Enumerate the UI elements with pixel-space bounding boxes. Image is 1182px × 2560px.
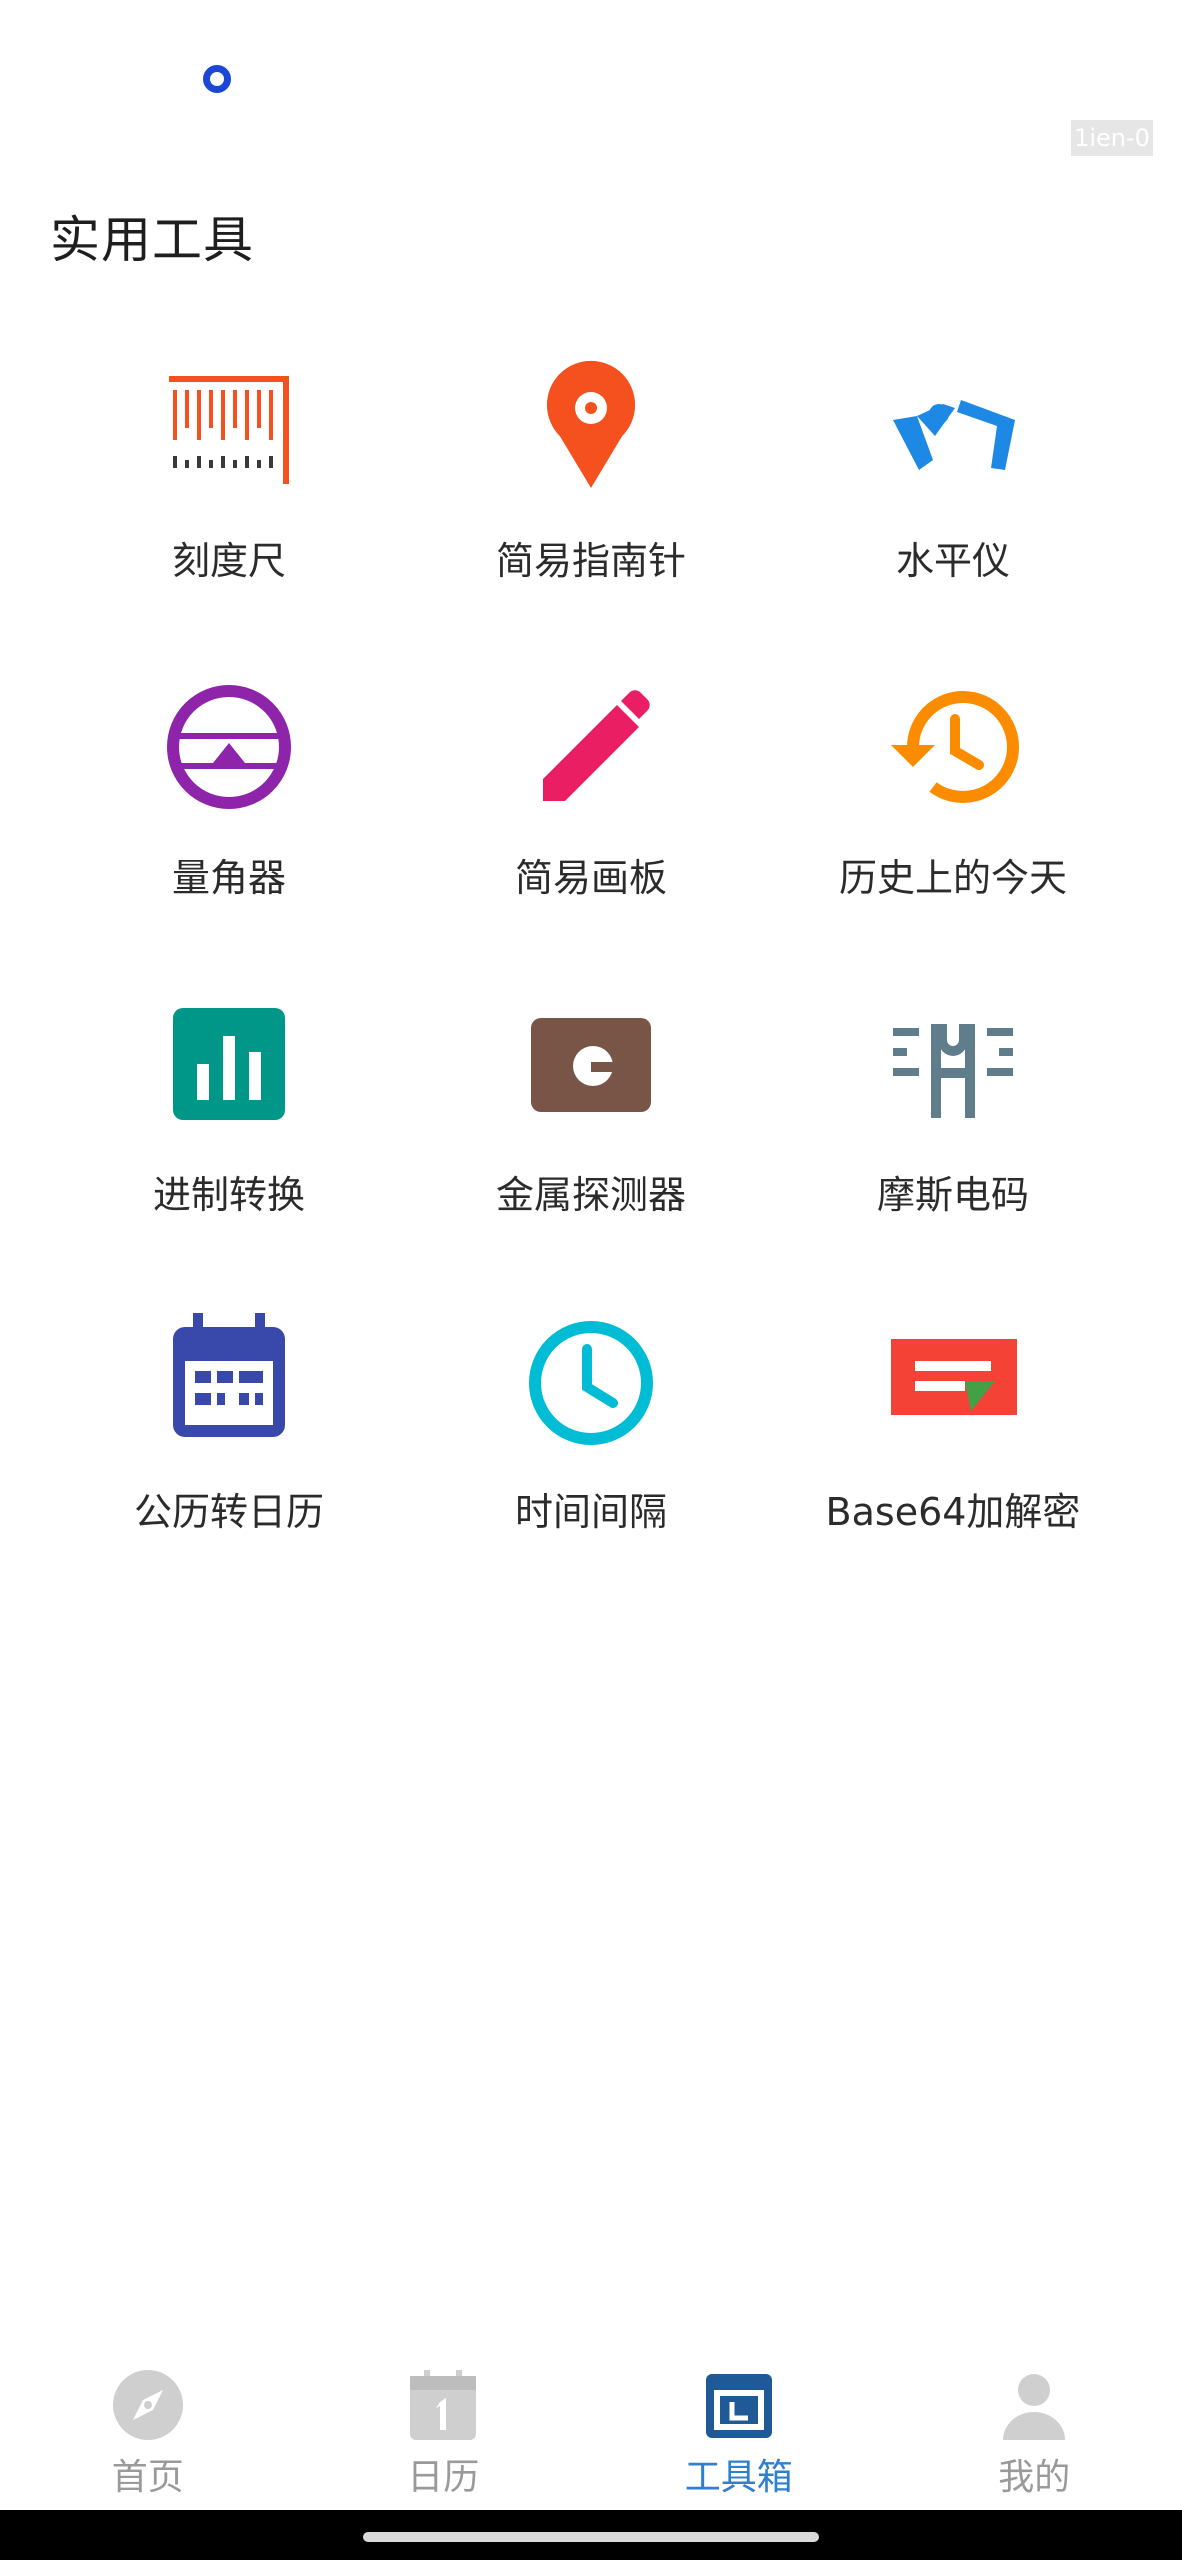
- morse-code-icon: [883, 994, 1023, 1134]
- calendar-day-icon: [406, 2368, 480, 2442]
- tool-label: 公历转日历: [133, 1490, 324, 1534]
- tool-label: 金属探测器: [495, 1173, 686, 1217]
- tool-calendar-convert[interactable]: 公历转日历: [48, 1301, 410, 1618]
- tool-compass[interactable]: 简易指南针: [410, 350, 772, 667]
- tab-label: 工具箱: [684, 2457, 793, 2498]
- tool-label: 时间间隔: [514, 1490, 667, 1534]
- tool-label: 简易指南针: [495, 539, 686, 583]
- tool-time-interval[interactable]: 时间间隔: [410, 1301, 772, 1618]
- pencil-icon: [521, 677, 661, 817]
- tab-mine[interactable]: 我的: [887, 2350, 1182, 2510]
- tool-label: 刻度尺: [171, 539, 286, 583]
- tab-label: 日历: [407, 2457, 480, 2498]
- tool-label: 摩斯电码: [876, 1173, 1029, 1217]
- tool-history-today[interactable]: 历史上的今天: [772, 667, 1134, 984]
- tool-grid: 刻度尺 简易指南针 水平仪 量角器 简易画板 历史上的今天 进制转换 金属探测器…: [0, 350, 1182, 1618]
- level-icon: [883, 360, 1023, 500]
- bar-chart-icon: [159, 994, 299, 1134]
- user-icon: [997, 2368, 1071, 2442]
- tab-toolbox[interactable]: 工具箱: [591, 2350, 887, 2510]
- base64-icon: [883, 1311, 1023, 1451]
- metal-detector-icon: [521, 994, 661, 1134]
- history-icon: [883, 677, 1023, 817]
- location-pin-icon: [521, 360, 661, 500]
- tool-label: 量角器: [171, 856, 286, 900]
- debug-tag: 1ien-0: [1071, 120, 1153, 156]
- tab-calendar[interactable]: 日历: [296, 2350, 592, 2510]
- tool-base64[interactable]: Base64加解密: [772, 1301, 1134, 1618]
- tool-protractor[interactable]: 量角器: [48, 667, 410, 984]
- status-indicator-icon: [203, 65, 231, 93]
- tool-label: 简易画板: [514, 856, 667, 900]
- compass-icon: [111, 2368, 185, 2442]
- tab-home[interactable]: 首页: [0, 2350, 296, 2510]
- tool-level[interactable]: 水平仪: [772, 350, 1134, 667]
- home-indicator[interactable]: [363, 2532, 819, 2542]
- calendar-icon: [159, 1311, 299, 1451]
- tool-drawing-board[interactable]: 简易画板: [410, 667, 772, 984]
- ruler-icon: [159, 360, 299, 500]
- bottom-tab-bar: 首页 日历 工具箱 我的: [0, 2350, 1182, 2510]
- tab-label: 首页: [111, 2457, 184, 2498]
- clock-icon: [521, 1311, 661, 1451]
- page-title: 实用工具: [50, 211, 254, 269]
- tool-label: 水平仪: [895, 539, 1010, 583]
- tab-label: 我的: [998, 2457, 1071, 2498]
- tool-ruler[interactable]: 刻度尺: [48, 350, 410, 667]
- tool-morse-code[interactable]: 摩斯电码: [772, 984, 1134, 1301]
- tool-base-conversion[interactable]: 进制转换: [48, 984, 410, 1301]
- tool-metal-detector[interactable]: 金属探测器: [410, 984, 772, 1301]
- toolbox-icon: [702, 2368, 776, 2442]
- tool-label: Base64加解密: [825, 1490, 1081, 1534]
- tool-label: 进制转换: [152, 1173, 305, 1217]
- tool-label: 历史上的今天: [838, 856, 1067, 900]
- protractor-icon: [159, 677, 299, 817]
